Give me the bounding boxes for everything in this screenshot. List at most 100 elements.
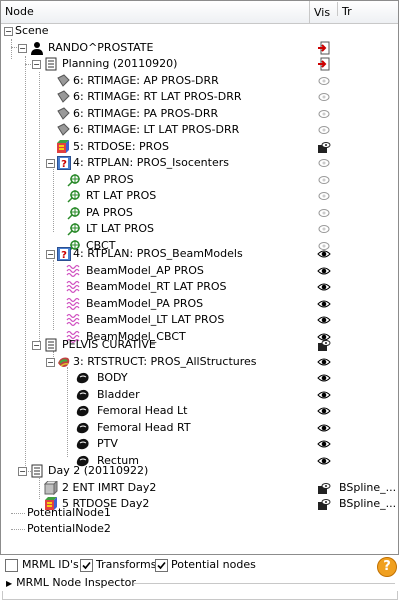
tree-row-beam-model[interactable]: BeamModel_AP PROS bbox=[1, 263, 398, 280]
inspector-panel bbox=[2, 591, 398, 600]
tree-row-rtimage[interactable]: 6: RTIMAGE: RT LAT PROS-DRR bbox=[1, 89, 398, 106]
transforms-checkbox[interactable] bbox=[80, 559, 93, 572]
eye-closed-icon[interactable] bbox=[317, 123, 331, 137]
node-label: PA PROS bbox=[86, 205, 133, 219]
node-label: 6: RTIMAGE: AP PROS-DRR bbox=[73, 73, 219, 87]
eye-closed-icon[interactable] bbox=[317, 222, 331, 236]
collapse-toggle[interactable]: − bbox=[4, 27, 13, 36]
column-header-node[interactable]: Node bbox=[1, 1, 310, 23]
tree-row-rtimage[interactable]: 6: RTIMAGE: LT LAT PROS-DRR bbox=[1, 122, 398, 139]
collapse-toggle[interactable]: − bbox=[18, 467, 27, 476]
segment-icon bbox=[76, 405, 89, 417]
node-label: Scene bbox=[15, 24, 49, 37]
tree-row-rtstruct[interactable]: − 3: RTSTRUCT: PROS_AllStructures bbox=[1, 354, 398, 371]
tree-row-rtplan[interactable]: − ? 4: RTPLAN: PROS_BeamModels bbox=[1, 246, 398, 263]
eye-open-icon[interactable] bbox=[317, 247, 331, 261]
eye-open-icon[interactable] bbox=[317, 264, 331, 278]
column-header-vis[interactable]: Vis bbox=[310, 2, 338, 19]
volume-visibility-icon[interactable] bbox=[317, 338, 331, 352]
tree-row-segment[interactable]: Femoral Head RT bbox=[1, 420, 398, 437]
eye-closed-icon[interactable] bbox=[317, 74, 331, 88]
subject-hierarchy-tree[interactable]: Node Vis Tr − Scene − RANDO^PROSTATE − P… bbox=[0, 0, 399, 555]
node-label: 4: RTPLAN: PROS_BeamModels bbox=[73, 247, 243, 260]
tree-row-segment[interactable]: Bladder bbox=[1, 387, 398, 404]
eye-closed-icon[interactable] bbox=[317, 90, 331, 104]
potential-nodes-checkbox[interactable] bbox=[155, 559, 168, 572]
node-label: 6: RTIMAGE: LT LAT PROS-DRR bbox=[73, 123, 240, 136]
tree-row-study[interactable]: − Planning (20110920) bbox=[1, 56, 398, 73]
mrml-ids-checkbox[interactable] bbox=[5, 559, 18, 572]
tree-row-isocenter[interactable]: PA PROS bbox=[1, 205, 398, 222]
node-label: BeamModel_LT LAT PROS bbox=[86, 313, 225, 326]
segmentation-icon bbox=[58, 357, 70, 367]
help-icon[interactable]: ? bbox=[377, 557, 397, 577]
rtimage-icon bbox=[57, 73, 70, 87]
tree-row-potential[interactable]: PotentialNode1 bbox=[1, 505, 398, 522]
collapse-toggle[interactable]: − bbox=[32, 341, 41, 350]
node-label: Bladder bbox=[97, 387, 140, 401]
collapse-toggle[interactable]: − bbox=[46, 357, 55, 367]
eye-closed-icon[interactable] bbox=[317, 156, 331, 170]
mrml-ids-label: MRML ID's bbox=[22, 558, 79, 571]
tree-row-segment[interactable]: PTV bbox=[1, 436, 398, 453]
tree-row-beam-model[interactable]: BeamModel_PA PROS bbox=[1, 296, 398, 313]
tree-row-segment[interactable]: BODY bbox=[1, 370, 398, 387]
eye-closed-icon[interactable] bbox=[317, 189, 331, 203]
tree-row-isocenter[interactable]: AP PROS bbox=[1, 172, 398, 189]
tree-row-study[interactable]: − Day 2 (20110922) bbox=[1, 463, 398, 480]
collapse-toggle[interactable]: − bbox=[46, 250, 55, 259]
tree-row-scene[interactable]: − Scene bbox=[1, 23, 398, 40]
tree-row-rtimage[interactable]: 6: RTIMAGE: AP PROS-DRR bbox=[1, 73, 398, 90]
node-label: PELVIS CURATIVE bbox=[62, 338, 156, 351]
fiducial-icon bbox=[67, 223, 80, 236]
node-label: BeamModel_PA PROS bbox=[86, 296, 204, 310]
eye-closed-icon[interactable] bbox=[317, 206, 331, 220]
tree-row-patient[interactable]: − RANDO^PROSTATE bbox=[1, 40, 398, 57]
node-label: LT LAT PROS bbox=[86, 222, 155, 235]
inspector-label: MRML Node Inspector bbox=[16, 576, 136, 589]
segment-icon bbox=[76, 422, 89, 433]
eye-open-icon[interactable] bbox=[317, 421, 331, 435]
tree-row-beam-model[interactable]: BeamModel_RT LAT PROS bbox=[1, 279, 398, 296]
volume-visibility-icon[interactable] bbox=[317, 481, 331, 495]
eye-open-icon[interactable] bbox=[317, 280, 331, 294]
volume-visibility-icon[interactable] bbox=[317, 140, 331, 154]
rtimage-icon bbox=[57, 90, 70, 103]
eye-open-icon[interactable] bbox=[317, 355, 331, 369]
tree-row-isocenter[interactable]: LT LAT PROS bbox=[1, 221, 398, 238]
eye-open-icon[interactable] bbox=[317, 404, 331, 418]
collapse-toggle[interactable]: − bbox=[32, 60, 41, 69]
beam-model-icon bbox=[66, 313, 80, 327]
mrml-node-inspector-toggle[interactable]: ▶ MRML Node Inspector bbox=[6, 576, 136, 591]
tree-row-volume[interactable]: 2 ENT IMRT Day2 BSpline_... bbox=[1, 480, 398, 497]
checkmark-icon bbox=[82, 561, 91, 570]
tree-row-study[interactable]: − PELVIS CURATIVE bbox=[1, 337, 398, 354]
volume-cube-icon bbox=[57, 139, 69, 153]
beam-model-icon bbox=[66, 264, 80, 277]
eye-open-icon[interactable] bbox=[317, 388, 331, 402]
node-label: BODY bbox=[97, 371, 128, 384]
study-visibility-icon[interactable] bbox=[317, 57, 331, 71]
collapse-toggle[interactable]: − bbox=[18, 43, 27, 53]
tree-row-segment[interactable]: Femoral Head Lt bbox=[1, 403, 398, 420]
eye-closed-icon[interactable] bbox=[317, 107, 331, 121]
study-visibility-icon[interactable] bbox=[317, 41, 331, 55]
tree-row-rtimage[interactable]: 6: RTIMAGE: PA PROS-DRR bbox=[1, 106, 398, 123]
tree-row-potential[interactable]: PotentialNode2 bbox=[1, 521, 398, 538]
eye-open-icon[interactable] bbox=[317, 313, 331, 327]
column-header-tr[interactable]: Tr bbox=[338, 1, 398, 23]
eye-closed-icon[interactable] bbox=[317, 173, 331, 187]
tree-row-isocenter[interactable]: RT LAT PROS bbox=[1, 188, 398, 205]
tree-row-rtplan[interactable]: − ? 4: RTPLAN: PROS_Isocenters bbox=[1, 155, 398, 172]
eye-open-icon[interactable] bbox=[317, 297, 331, 311]
collapse-toggle[interactable]: − bbox=[46, 159, 55, 168]
study-icon bbox=[31, 464, 43, 478]
volume-cube-icon bbox=[44, 480, 58, 495]
unknown-type-icon: ? bbox=[57, 156, 71, 170]
tree-row-rtdose[interactable]: 5: RTDOSE: PROS bbox=[1, 139, 398, 156]
node-label: 6: RTIMAGE: RT LAT PROS-DRR bbox=[73, 90, 242, 103]
eye-open-icon[interactable] bbox=[317, 437, 331, 451]
eye-open-icon[interactable] bbox=[317, 371, 331, 385]
tree-row-beam-model[interactable]: BeamModel_LT LAT PROS bbox=[1, 312, 398, 329]
transform-cell[interactable]: BSpline_... bbox=[339, 480, 396, 496]
